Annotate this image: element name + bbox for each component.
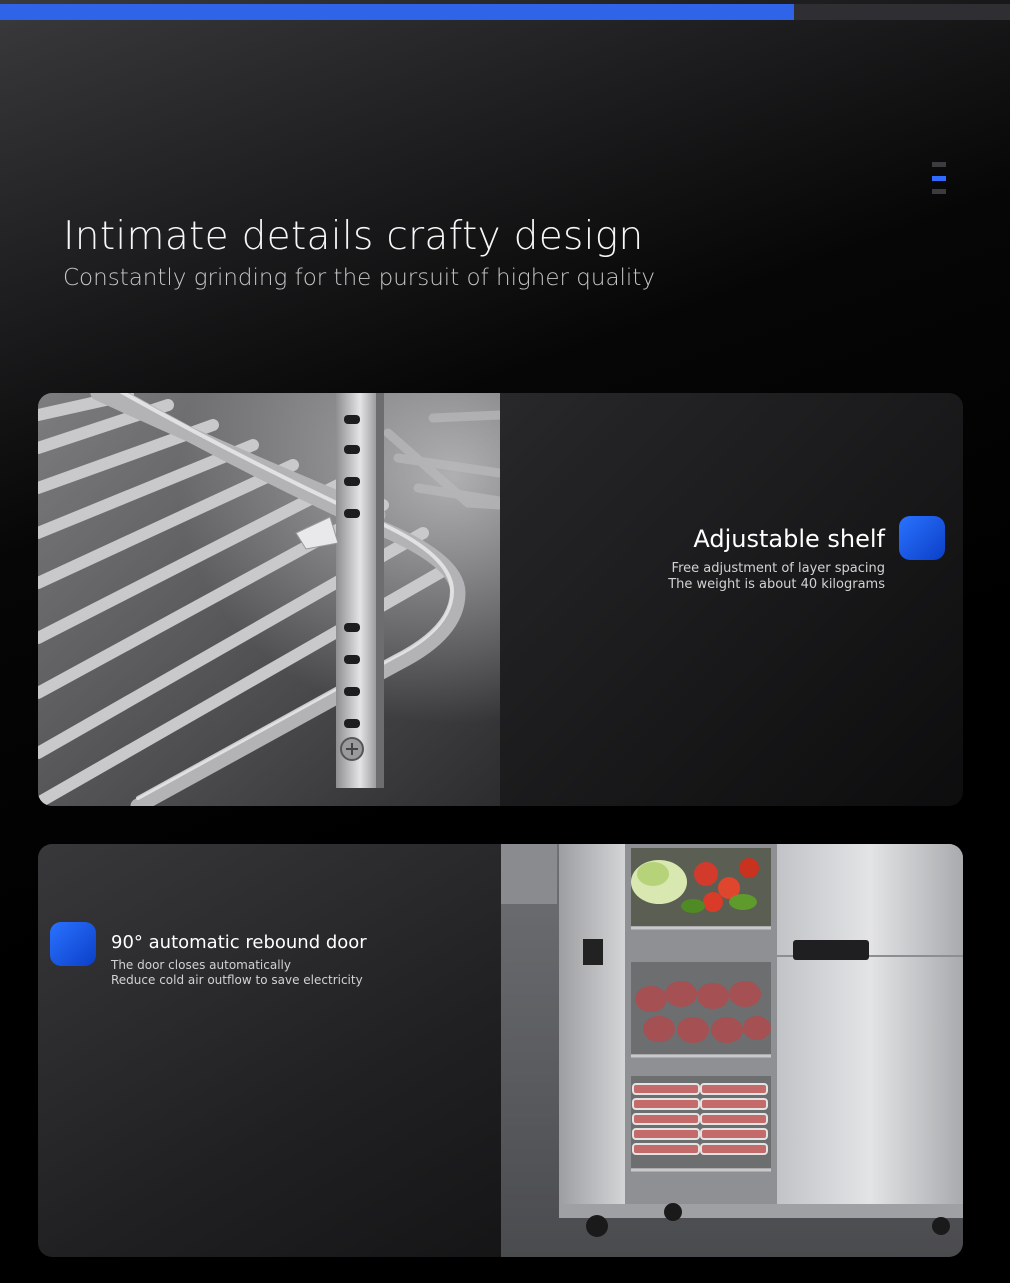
- page-background: Intimate details crafty design Constantl…: [0, 0, 1010, 1283]
- feature-title: 90° automatic rebound door: [111, 932, 367, 953]
- feature-title: Adjustable shelf: [693, 525, 885, 553]
- page-subtitle: Constantly grinding for the pursuit of h…: [63, 265, 655, 291]
- menu-bar: [932, 189, 946, 194]
- feature-card-door: 90° automatic rebound door The door clos…: [38, 844, 963, 1257]
- feature-badge-icon: [50, 922, 96, 966]
- refrigerator-image: [501, 844, 963, 1257]
- feature-card-shelf: Adjustable shelf Free adjustment of laye…: [38, 393, 963, 806]
- feature-description-line: Free adjustment of layer spacing: [671, 561, 885, 576]
- feature-description-line: The door closes automatically: [111, 958, 291, 972]
- scroll-progress-fill: [0, 4, 794, 20]
- menu-bar: [932, 162, 946, 167]
- feature-description: Free adjustment of layer spacing The wei…: [668, 561, 885, 593]
- feature-description-line: Reduce cold air outflow to save electric…: [111, 973, 363, 987]
- shelf-image: [38, 393, 500, 806]
- feature-description-line: The weight is about 40 kilograms: [668, 577, 885, 592]
- menu-bar-active: [932, 176, 946, 181]
- scroll-progress-bar: [0, 4, 1010, 20]
- feature-badge-icon: [899, 516, 945, 560]
- page-title: Intimate details crafty design: [63, 214, 644, 259]
- feature-description: The door closes automatically Reduce col…: [111, 958, 363, 988]
- menu-icon[interactable]: [932, 162, 946, 196]
